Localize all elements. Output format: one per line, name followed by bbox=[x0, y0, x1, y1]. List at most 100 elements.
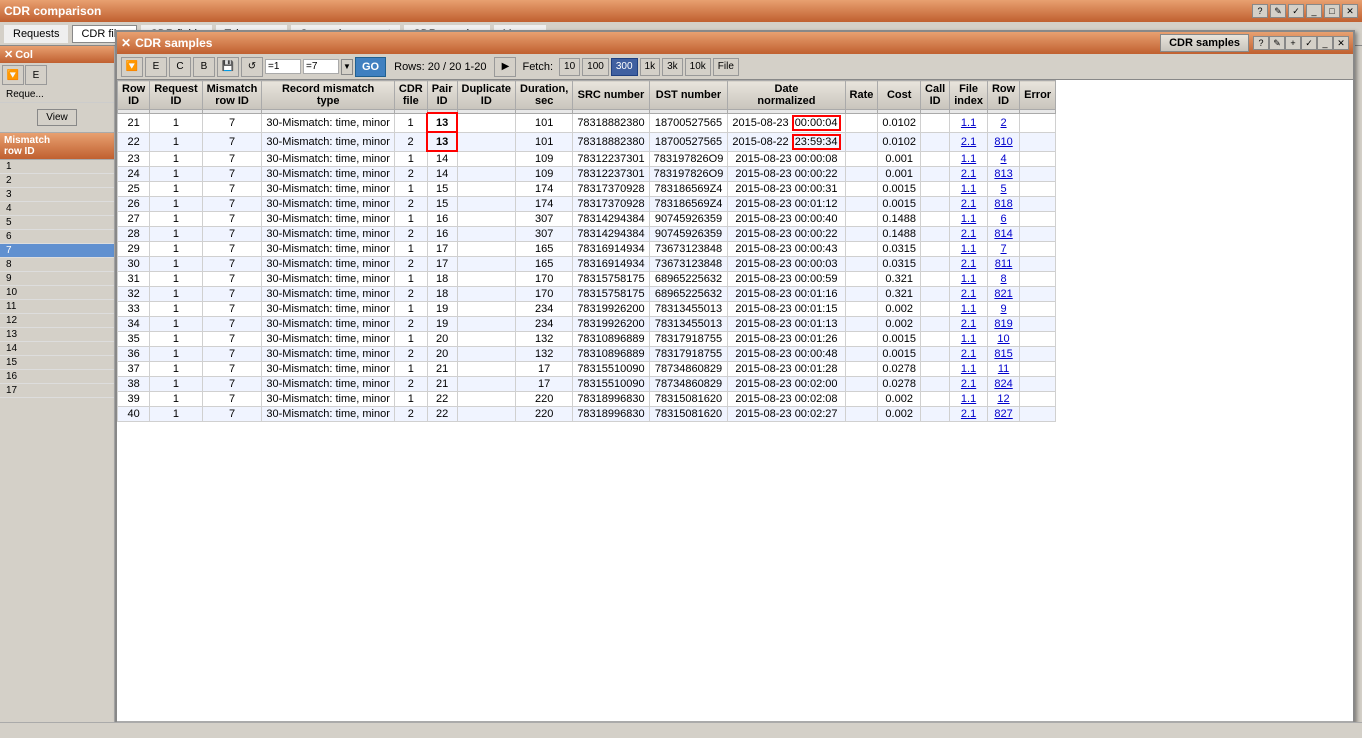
cell-request-id: 1 bbox=[150, 257, 202, 272]
tb-b-btn[interactable]: B bbox=[193, 57, 215, 77]
cell-pair-id: 14 bbox=[427, 167, 457, 182]
inner-close-btn[interactable]: ✕ bbox=[1333, 36, 1349, 50]
mismatch-row-item-14[interactable]: 14 bbox=[0, 342, 114, 356]
table-row[interactable]: 291730-Mismatch: time, minor117165783169… bbox=[118, 242, 1056, 257]
inner-edit-btn[interactable]: ✎ bbox=[1269, 36, 1285, 50]
mismatch-row-item-16[interactable]: 16 bbox=[0, 370, 114, 384]
table-row[interactable]: 301730-Mismatch: time, minor217165783169… bbox=[118, 257, 1056, 272]
tb-e-btn[interactable]: E bbox=[145, 57, 167, 77]
cell-mismatch-row-id: 7 bbox=[202, 287, 262, 302]
fetch-3k-btn[interactable]: 3k bbox=[662, 58, 683, 76]
cell-row-id: 40 bbox=[118, 407, 150, 422]
table-row[interactable]: 321730-Mismatch: time, minor218170783157… bbox=[118, 287, 1056, 302]
mismatch-row-item-5[interactable]: 5 bbox=[0, 216, 114, 230]
mismatch-row-item-8[interactable]: 8 bbox=[0, 258, 114, 272]
mismatch-row-item-15[interactable]: 15 bbox=[0, 356, 114, 370]
table-row[interactable]: 271730-Mismatch: time, minor116307783142… bbox=[118, 212, 1056, 227]
nav-next-btn[interactable]: ▶ bbox=[494, 57, 516, 77]
fetch-100-btn[interactable]: 100 bbox=[582, 58, 609, 76]
mismatch-row-item-17[interactable]: 17 bbox=[0, 384, 114, 398]
table-row[interactable]: 331730-Mismatch: time, minor119234783199… bbox=[118, 302, 1056, 317]
table-row[interactable]: 231730-Mismatch: time, minor114109783122… bbox=[118, 151, 1056, 167]
cell-rate bbox=[845, 287, 878, 302]
minimize-btn[interactable]: _ bbox=[1306, 4, 1322, 18]
table-row[interactable]: 351730-Mismatch: time, minor120132783108… bbox=[118, 332, 1056, 347]
col-error: Error bbox=[1020, 81, 1056, 110]
table-row[interactable]: 311730-Mismatch: time, minor118170783157… bbox=[118, 272, 1056, 287]
mismatch-row-item-7[interactable]: 7 bbox=[0, 244, 114, 258]
main-table: RowID RequestID Mismatchrow ID Record mi… bbox=[117, 80, 1056, 422]
fetch-file-btn[interactable]: File bbox=[713, 58, 739, 76]
inner-minimize-btn[interactable]: _ bbox=[1317, 36, 1333, 50]
filter-dropdown-btn[interactable]: ▼ bbox=[341, 59, 353, 75]
cell-row-id: 36 bbox=[118, 347, 150, 362]
outer-horizontal-scrollbar[interactable] bbox=[0, 722, 1362, 738]
outer-left-header: ✕ Col bbox=[0, 46, 114, 63]
table-row[interactable]: 221730-Mismatch: time, minor213101783188… bbox=[118, 132, 1056, 151]
go-button[interactable]: GO bbox=[355, 57, 386, 77]
table-row[interactable]: 371730-Mismatch: time, minor121177831551… bbox=[118, 362, 1056, 377]
edit-btn[interactable]: ✎ bbox=[1270, 4, 1286, 18]
view-button[interactable]: View bbox=[37, 109, 77, 126]
table-row[interactable]: 211730-Mismatch: time, minor113101783188… bbox=[118, 113, 1056, 132]
filter-icon-btn[interactable]: 🔽 bbox=[2, 65, 24, 85]
mismatch-row-item-1[interactable]: 1 bbox=[0, 160, 114, 174]
cell-row-id-cdr: 5 bbox=[987, 182, 1019, 197]
tb-c-btn[interactable]: C bbox=[169, 57, 191, 77]
fetch-1k-btn[interactable]: 1k bbox=[640, 58, 661, 76]
help-btn[interactable]: ? bbox=[1252, 4, 1268, 18]
cell-cost: 0.002 bbox=[878, 407, 921, 422]
mismatch-row-item-11[interactable]: 11 bbox=[0, 300, 114, 314]
tb-refresh-btn[interactable]: ↺ bbox=[241, 57, 263, 77]
col-file-index: Fileindex bbox=[950, 81, 988, 110]
filter-input-1[interactable]: =1 bbox=[265, 59, 301, 74]
fetch-300-btn[interactable]: 300 bbox=[611, 58, 638, 76]
mismatch-row-item-13[interactable]: 13 bbox=[0, 328, 114, 342]
mismatch-row-item-3[interactable]: 3 bbox=[0, 188, 114, 202]
mismatch-row-item-10[interactable]: 10 bbox=[0, 286, 114, 300]
cell-error bbox=[1020, 392, 1056, 407]
cell-src-number: 78310896889 bbox=[573, 347, 649, 362]
check-btn[interactable]: ✓ bbox=[1288, 4, 1304, 18]
cdr-samples-top-btn[interactable]: CDR samples bbox=[1160, 34, 1249, 52]
table-row[interactable]: 341730-Mismatch: time, minor219234783199… bbox=[118, 317, 1056, 332]
mismatch-row-item-2[interactable]: 2 bbox=[0, 174, 114, 188]
maximize-btn[interactable]: □ bbox=[1324, 4, 1340, 18]
edit-icon-btn[interactable]: E bbox=[25, 65, 47, 85]
table-row[interactable]: 251730-Mismatch: time, minor115174783173… bbox=[118, 182, 1056, 197]
cell-error bbox=[1020, 317, 1056, 332]
mismatch-row-item-12[interactable]: 12 bbox=[0, 314, 114, 328]
tb-save-btn[interactable]: 💾 bbox=[217, 57, 239, 77]
main-table-wrapper[interactable]: RowID RequestID Mismatchrow ID Record mi… bbox=[117, 80, 1353, 721]
table-row[interactable]: 391730-Mismatch: time, minor122220783189… bbox=[118, 392, 1056, 407]
cell-dst-number: 90745926359 bbox=[649, 212, 728, 227]
mismatch-row-item-9[interactable]: 9 bbox=[0, 272, 114, 286]
close-btn[interactable]: ✕ bbox=[1342, 4, 1358, 18]
table-row[interactable]: 381730-Mismatch: time, minor221177831551… bbox=[118, 377, 1056, 392]
cell-error bbox=[1020, 287, 1056, 302]
inner-add-btn[interactable]: + bbox=[1285, 36, 1301, 50]
fetch-10-btn[interactable]: 10 bbox=[559, 58, 580, 76]
table-row[interactable]: 241730-Mismatch: time, minor214109783122… bbox=[118, 167, 1056, 182]
inner-check-btn[interactable]: ✓ bbox=[1301, 36, 1317, 50]
cell-row-id-cdr: 12 bbox=[987, 392, 1019, 407]
inner-help-btn[interactable]: ? bbox=[1253, 36, 1269, 50]
cell-cdr-file: 2 bbox=[394, 257, 427, 272]
fetch-10k-btn[interactable]: 10k bbox=[685, 58, 711, 76]
table-row[interactable]: 361730-Mismatch: time, minor220132783108… bbox=[118, 347, 1056, 362]
mismatch-row-item-4[interactable]: 4 bbox=[0, 202, 114, 216]
menu-requests[interactable]: Requests bbox=[4, 25, 68, 43]
table-row[interactable]: 281730-Mismatch: time, minor216307783142… bbox=[118, 227, 1056, 242]
cell-rate bbox=[845, 167, 878, 182]
cell-record-type: 30-Mismatch: time, minor bbox=[262, 362, 394, 377]
cell-duplicate-id bbox=[457, 197, 516, 212]
cell-rate bbox=[845, 182, 878, 197]
cell-file-index: 1.1 bbox=[950, 272, 988, 287]
table-row[interactable]: 401730-Mismatch: time, minor222220783189… bbox=[118, 407, 1056, 422]
filter-input-2[interactable]: =7 bbox=[303, 59, 339, 74]
cell-pair-id: 19 bbox=[427, 317, 457, 332]
mismatch-row-item-6[interactable]: 6 bbox=[0, 230, 114, 244]
filter-btn[interactable]: 🔽 bbox=[121, 57, 143, 77]
requests-item[interactable]: Reque... bbox=[0, 87, 114, 103]
table-row[interactable]: 261730-Mismatch: time, minor215174783173… bbox=[118, 197, 1056, 212]
